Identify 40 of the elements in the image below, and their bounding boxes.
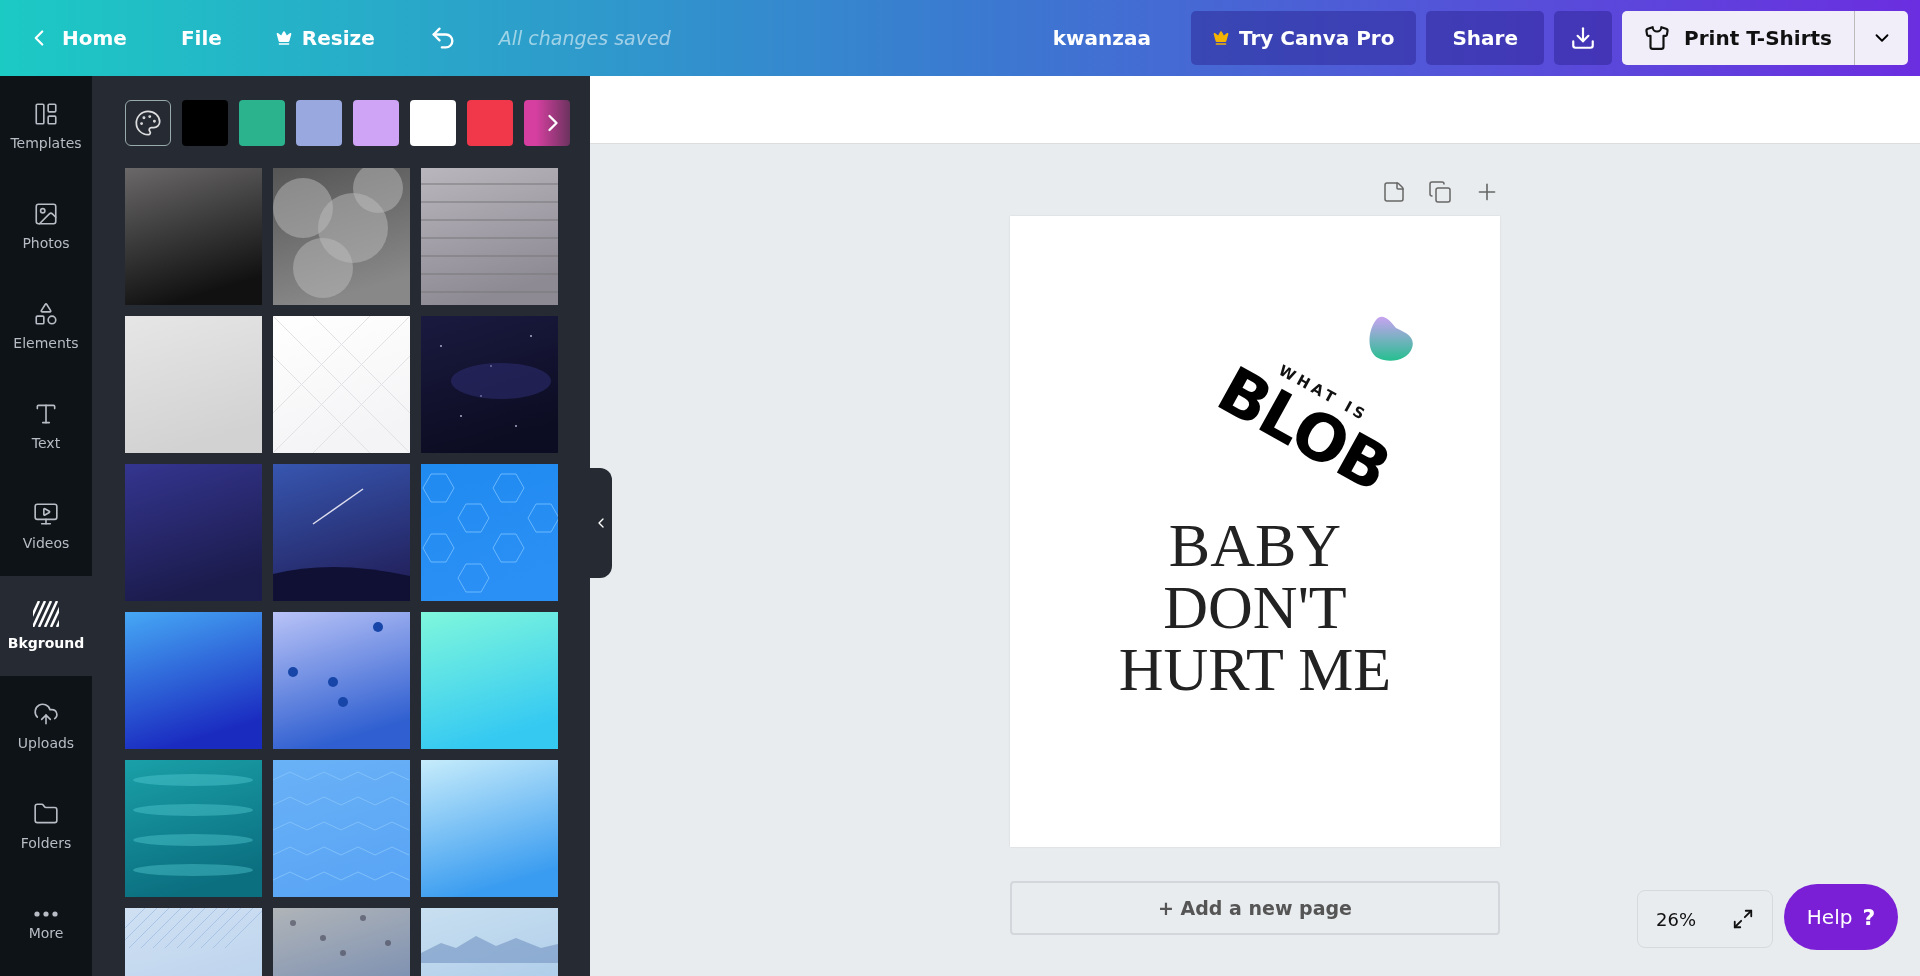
zoom-level: 26% <box>1656 908 1696 930</box>
try-pro-button[interactable]: Try Canva Pro <box>1190 11 1417 65</box>
templates-icon <box>33 101 59 127</box>
upload-icon <box>33 701 59 727</box>
download-icon <box>1570 25 1597 51</box>
collapse-button[interactable] <box>590 468 612 578</box>
expand-icon <box>1732 908 1754 930</box>
color-swatch[interactable] <box>467 100 513 146</box>
shirt-icon <box>1644 25 1671 51</box>
color-swatch[interactable] <box>410 100 456 146</box>
design-title: kwanzaa <box>1052 26 1151 50</box>
crown-icon <box>275 30 292 46</box>
stripes-icon <box>33 601 59 627</box>
headline-text: HURT ME <box>1118 638 1392 700</box>
video-icon <box>33 501 59 527</box>
crown-icon <box>1212 30 1229 46</box>
shapes-icon <box>33 301 59 327</box>
color-swatch[interactable] <box>353 100 399 146</box>
color-swatch[interactable] <box>296 100 342 146</box>
note-icon <box>1382 180 1406 204</box>
save-status: All changes saved <box>498 27 671 49</box>
copy-icon <box>1428 180 1452 204</box>
color-swatch[interactable] <box>239 100 285 146</box>
sidebar-tab[interactable]: Bkground <box>0 576 92 676</box>
next-button[interactable] <box>536 100 570 146</box>
headline-text: BABY <box>1168 514 1342 576</box>
add-page-button[interactable]: + Add a new page <box>1010 881 1500 935</box>
duplicate-button[interactable] <box>1428 180 1452 204</box>
more-icon <box>34 911 58 917</box>
note-button[interactable] <box>1382 180 1406 204</box>
color-swatch[interactable] <box>182 100 228 146</box>
download-button[interactable] <box>1554 11 1613 65</box>
fullscreen-button[interactable] <box>1732 908 1754 930</box>
zoom-control[interactable]: 26% <box>1637 890 1773 948</box>
share-button[interactable]: Share <box>1426 11 1545 65</box>
palette-icon <box>134 109 162 137</box>
color-swatch[interactable] <box>524 100 570 146</box>
palette-button[interactable] <box>125 100 171 146</box>
headline-text: DON'T <box>1163 576 1347 638</box>
image-icon <box>33 201 59 227</box>
